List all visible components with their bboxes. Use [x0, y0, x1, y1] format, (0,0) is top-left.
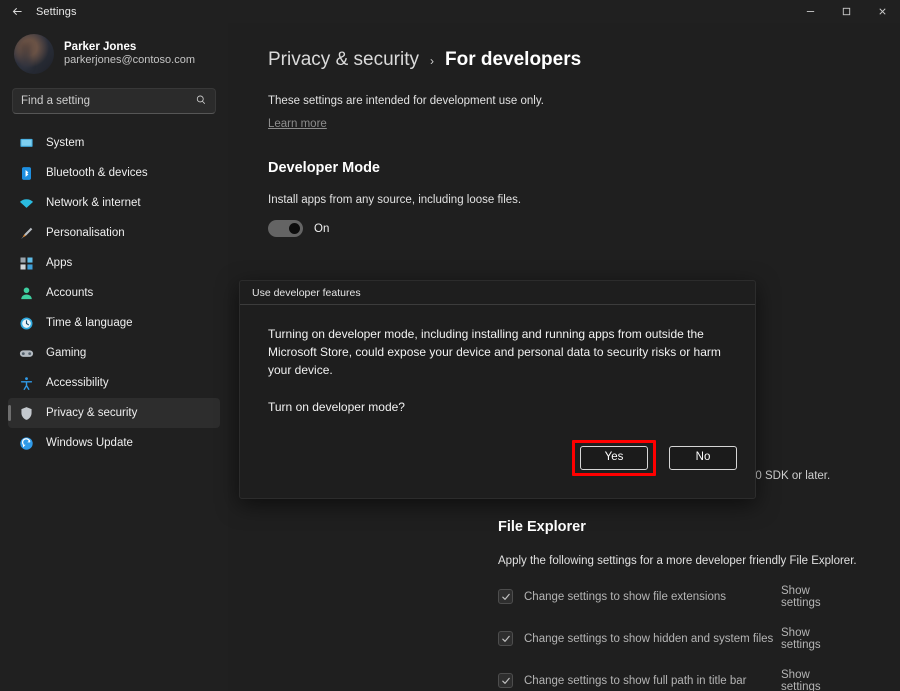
person-icon — [18, 285, 34, 301]
sidebar-item-time-language[interactable]: Time & language — [8, 308, 220, 338]
wifi-icon — [18, 195, 34, 211]
sidebar-item-label: System — [46, 137, 85, 149]
gamepad-icon — [18, 345, 34, 361]
search-input[interactable] — [21, 95, 191, 107]
settings-window: Settings Parker Jones parkerjones@contos… — [0, 0, 900, 691]
checkbox-checked-icon[interactable] — [498, 673, 513, 688]
toggle-knob — [289, 223, 300, 234]
file-explorer-row[interactable]: Change settings to show hidden and syste… — [498, 627, 821, 651]
sidebar-item-label: Time & language — [46, 317, 133, 329]
dialog-title-bar: Use developer features — [240, 281, 755, 305]
minimize-icon[interactable] — [792, 0, 828, 23]
sidebar-nav: System Bluetooth & devices Network & int… — [8, 128, 220, 458]
monitor-icon — [18, 135, 34, 151]
maximize-icon[interactable] — [828, 0, 864, 23]
developer-mode-toggle-state: On — [314, 222, 330, 235]
accessibility-icon — [18, 375, 34, 391]
sidebar-item-label: Network & internet — [46, 197, 141, 209]
sidebar-item-label: Bluetooth & devices — [46, 167, 148, 179]
sidebar-item-system[interactable]: System — [8, 128, 220, 158]
show-settings-link[interactable]: Show settings — [781, 669, 821, 691]
shield-icon — [18, 405, 34, 421]
sidebar-item-personalisation[interactable]: Personalisation — [8, 218, 220, 248]
developer-mode-toggle-row: On — [268, 220, 864, 237]
checkbox-checked-icon[interactable] — [498, 631, 513, 646]
yes-button[interactable]: Yes — [580, 446, 648, 470]
sidebar-item-gaming[interactable]: Gaming — [8, 338, 220, 368]
dialog-paragraph-question: Turn on developer mode? — [268, 400, 405, 415]
back-arrow-icon[interactable] — [0, 0, 34, 23]
window-body: Parker Jones parkerjones@contoso.com Fin… — [0, 23, 900, 691]
bluetooth-icon — [18, 165, 34, 181]
search-box[interactable] — [12, 88, 216, 114]
breadcrumb: Privacy & security › For developers — [268, 49, 864, 71]
window-title: Settings — [36, 5, 77, 18]
learn-more-link[interactable]: Learn more — [268, 118, 327, 130]
window-title-bar: Settings — [0, 0, 900, 23]
sidebar-item-bluetooth-devices[interactable]: Bluetooth & devices — [8, 158, 220, 188]
page-title: For developers — [444, 49, 582, 70]
show-settings-link[interactable]: Show settings — [781, 627, 821, 651]
sidebar-item-label: Gaming — [46, 347, 87, 359]
breadcrumb-parent[interactable]: Privacy & security — [268, 49, 419, 71]
sidebar-item-label: Apps — [46, 257, 73, 269]
window-controls — [792, 0, 900, 23]
sidebar-item-network-internet[interactable]: Network & internet — [8, 188, 220, 218]
sidebar-item-windows-update[interactable]: Windows Update — [8, 428, 220, 458]
dialog-actions: Yes No — [240, 423, 755, 498]
sidebar-item-privacy-security[interactable]: Privacy & security — [8, 398, 220, 428]
file-explorer-row-label: Change settings to show file extensions — [524, 590, 727, 603]
sidebar-item-label: Privacy & security — [46, 407, 138, 419]
avatar — [14, 34, 54, 74]
paintbrush-icon — [18, 225, 34, 241]
developer-mode-toggle[interactable] — [268, 220, 303, 237]
sidebar: Parker Jones parkerjones@contoso.com Fin… — [0, 23, 228, 691]
chevron-right-icon: › — [429, 54, 434, 68]
file-explorer-row[interactable]: Change settings to show full path in tit… — [498, 669, 821, 691]
sidebar-item-apps[interactable]: Apps — [8, 248, 220, 278]
sidebar-item-label: Personalisation — [46, 227, 125, 239]
developer-mode-description: Install apps from any source, including … — [268, 194, 522, 206]
dialog-body: Turning on developer mode, including ins… — [240, 305, 755, 423]
file-explorer-title: File Explorer — [498, 519, 586, 535]
developer-mode-confirm-dialog: Use developer features Turning on develo… — [239, 280, 756, 499]
update-icon — [18, 435, 34, 451]
close-icon[interactable] — [864, 0, 900, 23]
apps-grid-icon — [18, 255, 34, 271]
account-name: Parker Jones — [64, 40, 137, 53]
account-text: Parker Jones parkerjones@contoso.com — [64, 40, 195, 68]
checkbox-checked-icon[interactable] — [498, 589, 513, 604]
no-button-wrap: No — [669, 446, 737, 470]
sidebar-item-accounts[interactable]: Accounts — [8, 278, 220, 308]
file-explorer-description: Apply the following settings for a more … — [498, 555, 857, 567]
file-explorer-row-label: Change settings to show hidden and syste… — [524, 632, 774, 645]
file-explorer-row[interactable]: Change settings to show file extensions … — [498, 585, 821, 609]
account-card[interactable]: Parker Jones parkerjones@contoso.com — [14, 28, 220, 80]
sidebar-item-accessibility[interactable]: Accessibility — [8, 368, 220, 398]
no-button[interactable]: No — [669, 446, 737, 470]
dialog-title: Use developer features — [252, 286, 361, 299]
yes-button-highlight: Yes — [572, 440, 656, 476]
clock-icon — [18, 315, 34, 331]
developer-mode-title: Developer Mode — [268, 160, 380, 176]
sidebar-item-label: Accounts — [46, 287, 94, 299]
account-email: parkerjones@contoso.com — [64, 54, 196, 67]
file-explorer-row-label: Change settings to show full path in tit… — [524, 674, 747, 687]
search-icon — [195, 94, 207, 108]
intro-text: These settings are intended for developm… — [268, 95, 544, 107]
dialog-paragraph-warning: Turning on developer mode, including ins… — [268, 327, 721, 377]
sidebar-item-label: Windows Update — [46, 437, 133, 449]
sidebar-item-label: Accessibility — [46, 377, 109, 389]
show-settings-link[interactable]: Show settings — [781, 585, 821, 609]
